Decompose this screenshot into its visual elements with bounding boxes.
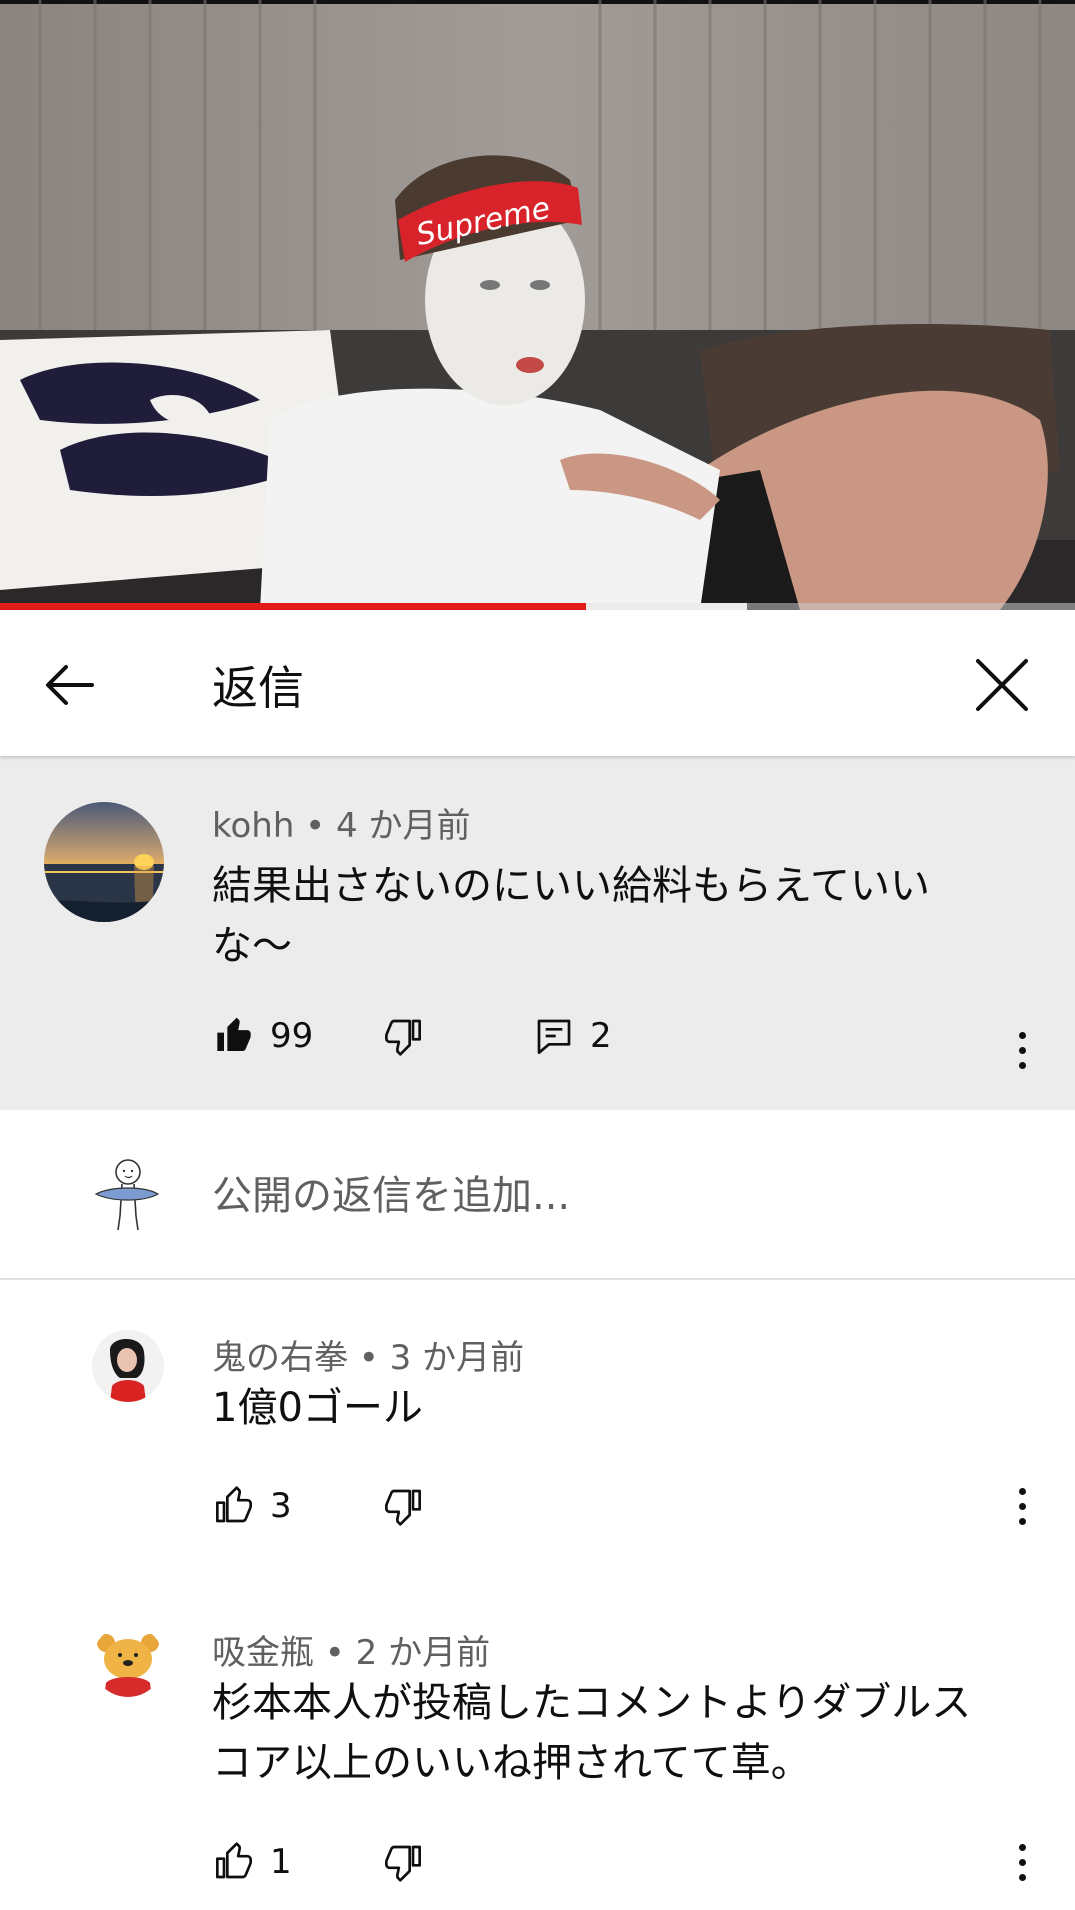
avatar[interactable] <box>92 1330 164 1402</box>
comment-icon <box>537 1019 571 1054</box>
comment-meta: kohh • 4 か月前 <box>212 806 471 846</box>
close-button[interactable] <box>962 650 1042 720</box>
thumbs-up-icon <box>216 1842 253 1879</box>
avatar[interactable] <box>92 1625 164 1697</box>
more-vertical-icon <box>1018 1031 1026 1039</box>
video-frame: Supreme <box>0 0 1075 610</box>
reply-meta: 吸金瓶 • 2 か月前 <box>212 1633 491 1673</box>
avatar[interactable] <box>44 802 164 922</box>
reply-meta: 鬼の右拳 • 3 か月前 <box>212 1338 525 1378</box>
dislike-button[interactable] <box>383 1842 423 1882</box>
arrow-left-icon <box>46 665 94 705</box>
progress-played <box>0 603 586 610</box>
bear-avatar-image <box>92 1625 164 1697</box>
more-vertical-icon <box>1018 1843 1026 1851</box>
reply-text-line2: コア以上のいいね押されてて草。 <box>212 1740 811 1786</box>
like-button[interactable]: 99 <box>214 1016 313 1056</box>
reply-count-button[interactable]: 2 <box>534 1016 612 1056</box>
user-avatar <box>92 1156 164 1234</box>
reply-text-line1: 杉本本人が投稿したコメントよりダブルス <box>212 1680 972 1726</box>
progress-bar[interactable] <box>0 603 1075 610</box>
like-button[interactable]: 1 <box>214 1842 292 1882</box>
more-vertical-icon <box>1018 1487 1026 1495</box>
dislike-button[interactable] <box>383 1016 423 1056</box>
doodle-avatar-image <box>94 1159 160 1231</box>
dislike-button[interactable] <box>383 1486 423 1526</box>
like-count: 99 <box>270 1016 314 1056</box>
more-options-button[interactable] <box>1002 1020 1042 1080</box>
sunset-avatar-image <box>44 802 164 922</box>
add-reply-input[interactable] <box>212 1168 1012 1224</box>
comment-text-line2: な〜 <box>212 923 292 969</box>
parent-comment: kohh • 4 か月前 結果出さないのにいい給料もらえていい な〜 99 2 <box>0 756 1075 1110</box>
thumbs-down-icon <box>385 1845 421 1882</box>
back-button[interactable] <box>30 650 110 720</box>
thumbs-down-icon <box>385 1019 421 1056</box>
replies-header: 返信 <box>0 610 1075 756</box>
like-count: 3 <box>270 1486 292 1526</box>
add-reply-bar <box>0 1110 1075 1280</box>
more-options-button[interactable] <box>1002 1832 1042 1892</box>
thumbs-up-icon <box>217 1017 251 1051</box>
thumbs-up-icon <box>216 1486 253 1523</box>
like-count: 1 <box>270 1842 292 1882</box>
like-button[interactable]: 3 <box>214 1486 292 1526</box>
person-avatar-image <box>92 1330 164 1402</box>
header-title: 返信 <box>212 661 304 715</box>
thumbs-down-icon <box>385 1489 421 1526</box>
comment-text-line1: 結果出さないのにいい給料もらえていい <box>212 863 930 909</box>
more-options-button[interactable] <box>1002 1476 1042 1536</box>
reply-count: 2 <box>590 1016 612 1056</box>
reply-text-line1: 1億0ゴール <box>212 1385 423 1431</box>
video-player[interactable]: Supreme <box>0 0 1075 610</box>
close-icon <box>976 659 1028 711</box>
